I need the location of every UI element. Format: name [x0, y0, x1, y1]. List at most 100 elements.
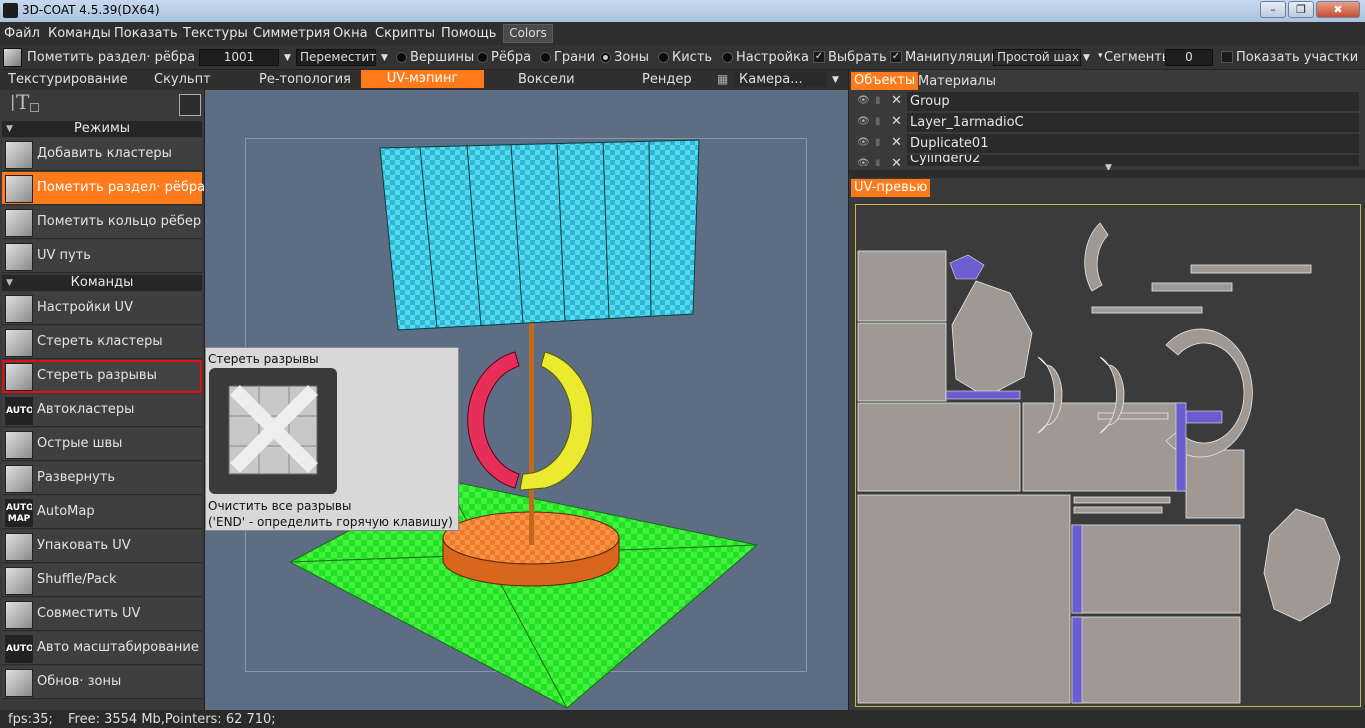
menu-textures[interactable]: Текстуры [183, 26, 248, 41]
menu-help[interactable]: Помощь [441, 26, 496, 41]
object-name[interactable]: Duplicate01 [907, 134, 1359, 153]
modes-header[interactable]: ▼ Режимы [2, 121, 202, 137]
tool-shuffle-pack[interactable]: Shuffle/Pack [2, 564, 202, 597]
radio-zones[interactable] [600, 52, 611, 63]
object-row[interactable]: 👁 ▮ ✕ Group [855, 92, 1360, 111]
tool-unwrap[interactable]: Развернуть [2, 462, 202, 495]
tab-sculpt[interactable]: Скульпт [154, 72, 211, 87]
tool-mark-seams[interactable]: Пометить раздел· рёбра [2, 172, 206, 205]
tool-label: Авто масштабирование [37, 640, 199, 655]
tab-retopology[interactable]: Ре-топология [259, 72, 351, 87]
camera-icon[interactable]: ▦ [717, 72, 728, 86]
window-title: 3D-COAT 4.5.39(DX64) [22, 3, 160, 17]
visibility-eye-icon[interactable]: 👁 [857, 137, 870, 148]
shape-mode-select[interactable]: Простой шах [993, 49, 1081, 66]
tool-automap[interactable]: AUTO MAP AutoMap [2, 496, 202, 529]
radio-edges[interactable] [477, 52, 488, 63]
restore-button[interactable]: ❐ [1288, 1, 1314, 18]
right-panel: Объекты Материалы 👁 ▮ ✕ Group 👁 ▮ ✕ Layer_1a… [848, 70, 1365, 710]
mark-seams-icon [5, 175, 33, 203]
shape-mode-dropdown-icon[interactable]: ▼ [1083, 53, 1090, 63]
tab-uv-preview[interactable]: UV-превью [851, 179, 931, 197]
lock-icon[interactable]: ▮ [875, 137, 885, 149]
tool-add-clusters[interactable]: Добавить кластеры [2, 138, 202, 171]
object-name[interactable]: Cylinder02 [907, 155, 1359, 166]
tool-label: Настройки UV [37, 300, 133, 315]
tool-uv-path[interactable]: UV путь [2, 240, 202, 273]
close-button[interactable]: ✖ [1316, 1, 1360, 18]
tab-materials[interactable]: Материалы [918, 74, 996, 89]
panel-splitter[interactable] [849, 170, 1365, 178]
delete-x-icon[interactable]: ✕ [891, 114, 902, 129]
tool-label: Пометить раздел· рёбра [37, 180, 206, 195]
camera-dropdown-icon[interactable]: ▼ [832, 75, 839, 85]
menu-view[interactable]: Показать [114, 26, 178, 41]
menu-windows[interactable]: Окна [333, 26, 368, 41]
tile-dropdown-icon[interactable]: ▼ [284, 53, 291, 63]
status-bar: fps:35; Free: 3554 Mb,Pointers: 62 710; [0, 710, 1365, 728]
radio-brush[interactable] [658, 52, 669, 63]
segments-input[interactable]: 0 [1165, 49, 1213, 66]
color-swatch[interactable] [179, 94, 201, 116]
tool-edge-ring[interactable]: Пометить кольцо рёбер [2, 206, 202, 239]
show-areas-checkbox[interactable] [1221, 51, 1233, 63]
tool-label: UV путь [37, 248, 91, 263]
move-mode-dropdown-icon[interactable]: ▼ [381, 53, 388, 63]
clear-seams-preview-icon [209, 368, 337, 494]
text-tool-icon[interactable]: T [16, 90, 29, 114]
tooltip-description: Очистить все разрывы [208, 499, 352, 513]
tool-pack-uv[interactable]: Упаковать UV [2, 530, 202, 563]
colors-button[interactable]: Colors [503, 24, 553, 43]
segments-dropdown-icon[interactable]: ▾ [1098, 51, 1103, 61]
object-name[interactable]: Layer_1armadioC [907, 113, 1359, 132]
uv-preview-canvas[interactable] [855, 204, 1361, 707]
manip-checkbox[interactable]: ✓ [890, 51, 902, 63]
minimize-button[interactable]: – [1260, 1, 1286, 18]
tab-texturing[interactable]: Текстурирование [8, 72, 128, 87]
delete-x-icon[interactable]: ✕ [891, 135, 902, 150]
tool-match-uv[interactable]: Совместить UV [2, 598, 202, 631]
uv-path-icon [5, 243, 33, 271]
tool-clear-seams[interactable]: Стереть разрывы [2, 360, 202, 393]
radio-tuning[interactable] [722, 52, 733, 63]
visibility-eye-icon[interactable]: 👁 [857, 116, 870, 127]
visibility-eye-icon[interactable]: 👁 [857, 158, 870, 166]
radio-vertices[interactable] [396, 52, 407, 63]
radio-faces[interactable] [540, 52, 551, 63]
menu-symmetry[interactable]: Симметрия [253, 26, 330, 41]
lock-icon[interactable]: ▮ [875, 116, 885, 128]
tool-sharp-seams[interactable]: Острые швы [2, 428, 202, 461]
tool-clear-clusters[interactable]: Стереть кластеры [2, 326, 202, 359]
tab-render[interactable]: Рендер [642, 72, 692, 87]
camera-select[interactable]: Камера... [735, 72, 827, 87]
object-row[interactable]: 👁 ▮ ✕ Duplicate01 [855, 134, 1360, 153]
menu-commands[interactable]: Команды [48, 26, 111, 41]
delete-x-icon[interactable]: ✕ [891, 156, 902, 166]
unwrap-icon [5, 465, 33, 493]
move-mode-select[interactable]: Переместит [296, 49, 376, 66]
panel-scroll-bottom [0, 690, 205, 710]
lock-icon[interactable]: ▮ [875, 95, 885, 107]
object-row[interactable]: 👁 ▮ ✕ Layer_1armadioC [855, 113, 1360, 132]
auto-clusters-icon: AUTO [5, 397, 33, 425]
tool-auto-clusters[interactable]: AUTO Автокластеры [2, 394, 202, 427]
shuffle-pack-icon [5, 567, 33, 595]
visibility-eye-icon[interactable]: 👁 [857, 95, 870, 106]
tab-voxels[interactable]: Воксели [518, 72, 575, 87]
select-checkbox[interactable]: ✓ [813, 51, 825, 63]
tile-input[interactable]: 1001 [199, 49, 279, 66]
menu-file[interactable]: Файл [4, 26, 40, 41]
tab-objects[interactable]: Объекты [851, 72, 919, 90]
delete-x-icon[interactable]: ✕ [891, 93, 902, 108]
menu-scripts[interactable]: Скрипты [375, 26, 435, 41]
tool-options-bar: Пометить раздел· рёбра 1001 ▼ Переместит… [0, 45, 1365, 70]
text-tool-box-icon [30, 103, 39, 112]
object-name[interactable]: Group [907, 92, 1359, 111]
pack-uv-icon [5, 533, 33, 561]
tool-settings[interactable]: Настройки UV [2, 292, 202, 325]
tab-uv-mapping[interactable]: UV-мэпинг [361, 70, 484, 88]
commands-header[interactable]: ▼ Команды [2, 275, 202, 291]
tool-label: Добавить кластеры [37, 146, 172, 161]
lock-icon[interactable]: ▮ [875, 158, 885, 166]
tool-auto-scale[interactable]: AUTO Авто масштабирование [2, 632, 202, 665]
